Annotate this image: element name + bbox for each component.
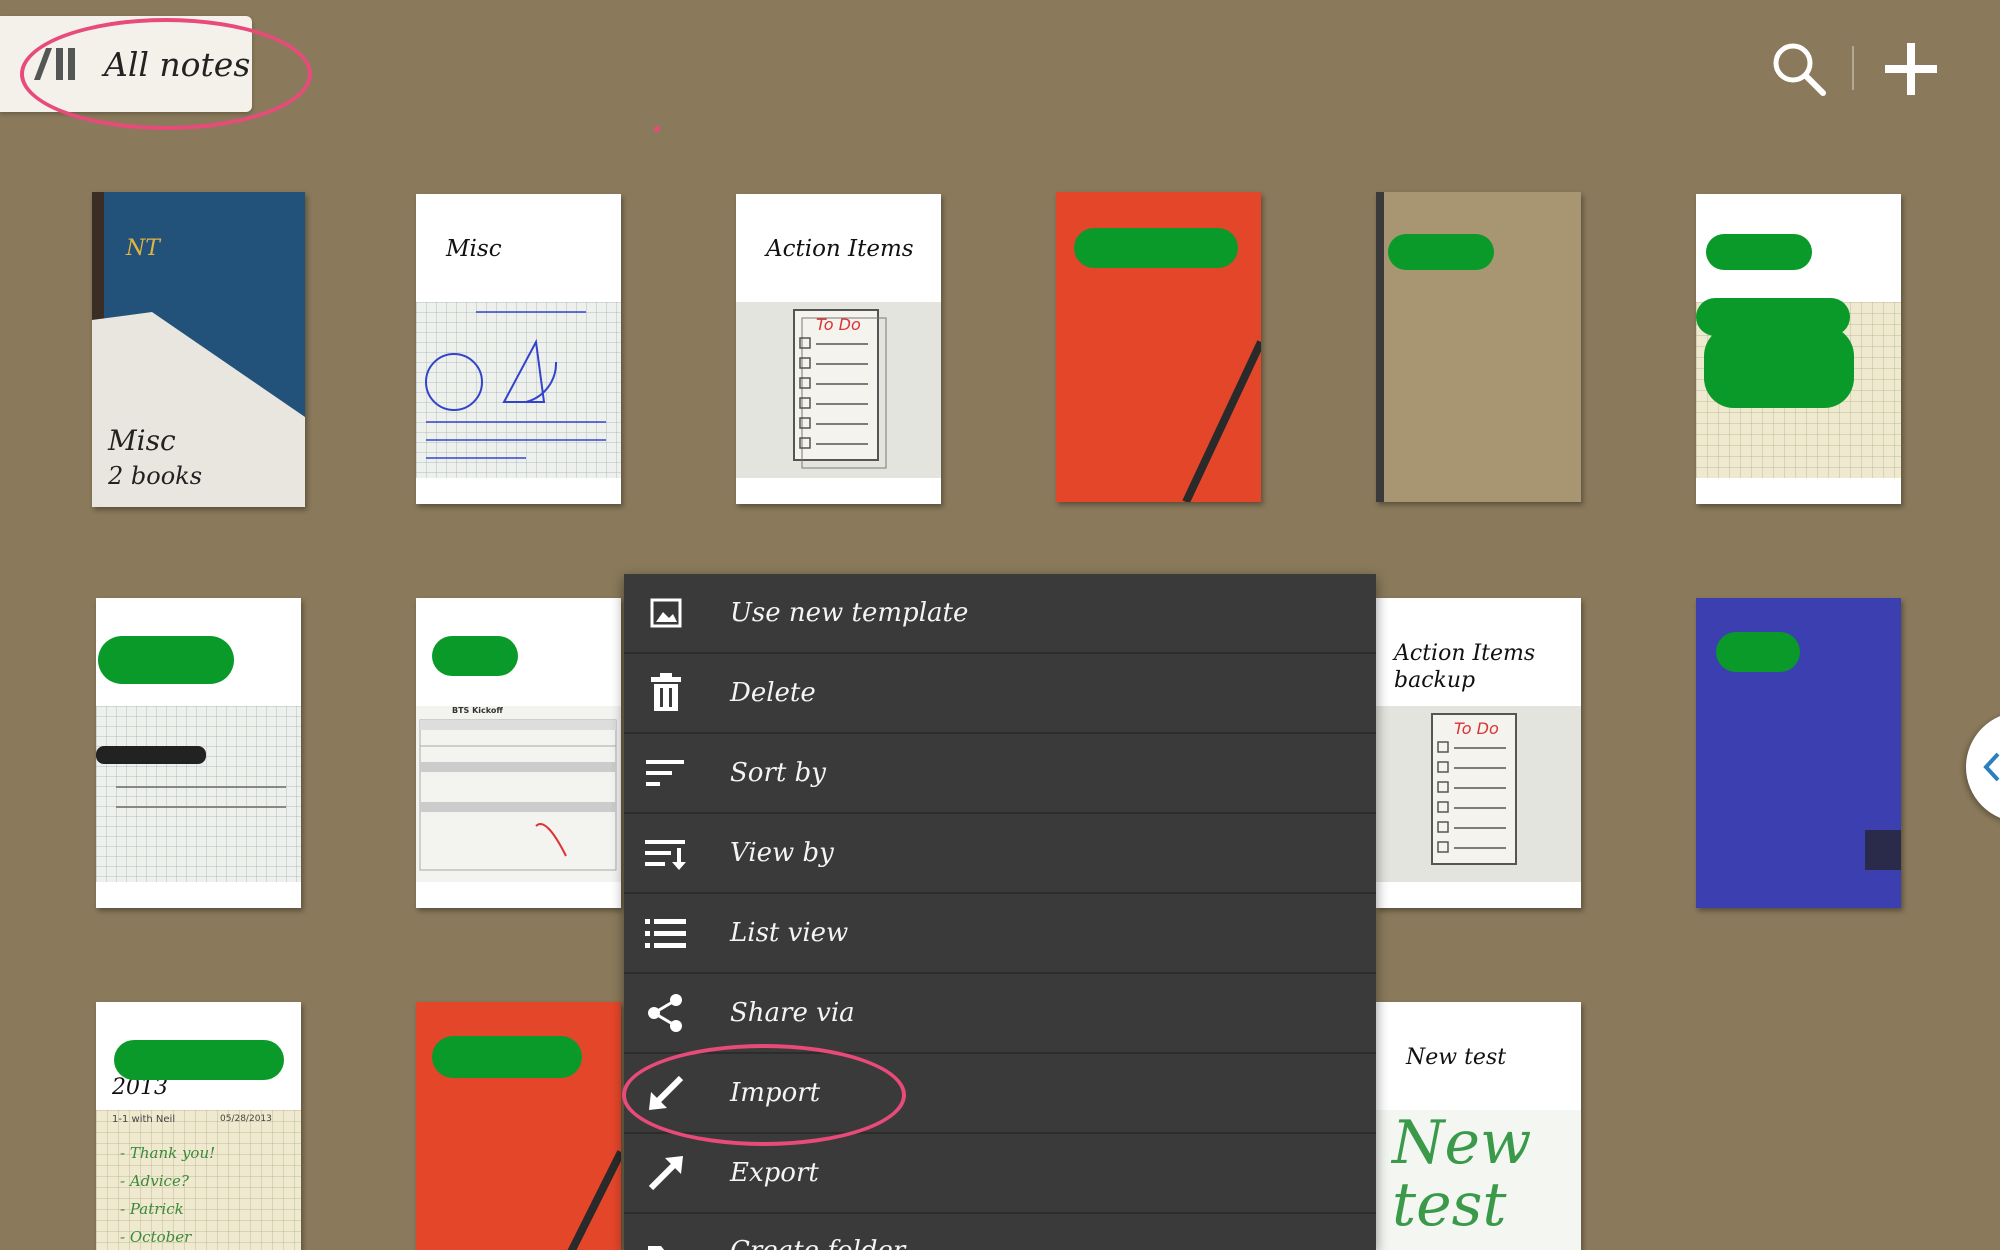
notebook-action-items-backup[interactable]: Action Items backup To Do	[1376, 598, 1581, 908]
annotation-dot	[654, 126, 660, 132]
menu-item-label: Use new template	[730, 598, 969, 628]
notebook-kraft[interactable]	[1376, 192, 1581, 502]
notebook-title: Action Items backup	[1394, 641, 1536, 693]
notebook-subtitle: 2 books	[108, 462, 203, 490]
menu-item-export[interactable]: Export	[624, 1134, 1376, 1214]
notebook-preview	[416, 302, 621, 478]
page-line: - Patrick	[120, 1200, 184, 1218]
menu-item-label: View by	[730, 838, 834, 868]
menu-item-label: Export	[730, 1158, 819, 1188]
scribble-mark	[96, 746, 206, 764]
notebook-action-items[interactable]: Action Items To Do	[736, 194, 941, 504]
trash-icon	[644, 671, 688, 715]
redaction-mark	[1388, 234, 1494, 270]
toolbar-divider	[1852, 46, 1854, 90]
menu-item-share-via[interactable]: Share via	[624, 974, 1376, 1054]
plus-icon	[1885, 43, 1937, 95]
table-sketch	[419, 719, 617, 871]
menu-item-import[interactable]: Import	[624, 1054, 1376, 1134]
search-button[interactable]	[1764, 34, 1834, 104]
page-handwriting: New test	[1392, 1108, 1532, 1240]
menu-item-label: List view	[730, 918, 849, 948]
share-icon	[644, 991, 688, 1035]
menu-item-label: Sort by	[730, 758, 826, 788]
notebook-preview: New test	[1376, 1110, 1581, 1250]
page-title: All notes	[104, 44, 251, 84]
menu-item-use-new-template[interactable]: Use new template	[624, 574, 1376, 654]
folder-icon	[644, 1236, 688, 1250]
page-line: - Thank you!	[120, 1144, 216, 1162]
export-icon	[644, 1151, 688, 1195]
side-panel-handle[interactable]	[1966, 712, 2000, 822]
page-date: 05/28/2013	[220, 1114, 272, 1124]
redaction-mark	[1716, 632, 1800, 672]
todo-heading: To Do	[1454, 719, 1499, 738]
redaction-mark	[432, 1036, 582, 1078]
folder-fold	[92, 312, 305, 507]
add-note-button[interactable]	[1876, 34, 1946, 104]
import-icon	[644, 1071, 688, 1115]
page-heading: BTS Kickoff	[452, 706, 503, 715]
todo-sketch: To Do	[793, 309, 887, 469]
menu-item-label: Create folder	[730, 1236, 905, 1250]
notebook-title: Action Items	[766, 236, 914, 262]
book-spine	[1376, 192, 1384, 502]
notebook-preview	[96, 706, 301, 882]
menu-item-create-folder[interactable]: Create folder	[624, 1214, 1376, 1250]
notebook-title: Misc	[108, 424, 176, 457]
template-icon	[644, 591, 688, 635]
redaction-mark	[1074, 228, 1238, 268]
notebook-2013[interactable]: 2013 1-1 with Neil 05/28/2013 - Thank yo…	[96, 1002, 301, 1250]
page-line: - October	[120, 1228, 192, 1246]
redaction-mark	[1704, 326, 1854, 408]
notebook-title: Misc	[446, 236, 502, 262]
notebook-yellow[interactable]	[1696, 194, 1901, 504]
notebook-misc-folder[interactable]: NT Misc 2 books	[92, 192, 305, 507]
page-line: - Advice?	[120, 1172, 189, 1190]
all-notes-button[interactable]: All notes	[0, 16, 252, 112]
book-tag	[1865, 830, 1901, 870]
view-by-icon	[644, 831, 688, 875]
chevron-left-icon	[1983, 752, 2000, 782]
context-menu: Use new template Delete Sort by View by …	[624, 574, 1376, 1250]
menu-item-list-view[interactable]: List view	[624, 894, 1376, 974]
notebook-title: New test	[1406, 1045, 1507, 1070]
notebook-table-note[interactable]: BTS Kickoff	[416, 598, 621, 908]
list-icon	[644, 911, 688, 955]
todo-sketch: To Do	[1431, 713, 1517, 865]
menu-item-sort-by[interactable]: Sort by	[624, 734, 1376, 814]
todo-heading: To Do	[816, 315, 861, 334]
menu-item-view-by[interactable]: View by	[624, 814, 1376, 894]
notebook-preview: To Do	[1376, 706, 1581, 882]
redaction-mark	[114, 1040, 284, 1080]
redaction-mark	[1706, 234, 1812, 270]
notebook-preview: To Do	[736, 302, 941, 478]
notebook-new-test[interactable]: New test New test	[1376, 1002, 1581, 1250]
app-logo-icon	[34, 48, 75, 80]
menu-item-label: Share via	[730, 998, 855, 1028]
sort-icon	[644, 751, 688, 795]
redaction-mark	[432, 636, 518, 676]
search-icon	[1773, 43, 1826, 96]
redaction-mark	[98, 636, 234, 684]
notebook-misc[interactable]: Misc	[416, 194, 621, 504]
notebook-grid-note[interactable]	[96, 598, 301, 908]
notebook-blue[interactable]	[1696, 598, 1901, 908]
notebook-red[interactable]	[1056, 192, 1261, 502]
notebook-red-2[interactable]	[416, 1002, 621, 1250]
menu-item-label: Import	[730, 1078, 821, 1108]
notebook-preview: BTS Kickoff	[416, 706, 621, 882]
math-sketch	[425, 311, 606, 459]
menu-item-label: Delete	[730, 678, 816, 708]
page-header: 1-1 with Neil	[112, 1114, 176, 1125]
menu-item-delete[interactable]: Delete	[624, 654, 1376, 734]
notebook-preview: 1-1 with Neil 05/28/2013 - Thank you! - …	[96, 1110, 301, 1250]
